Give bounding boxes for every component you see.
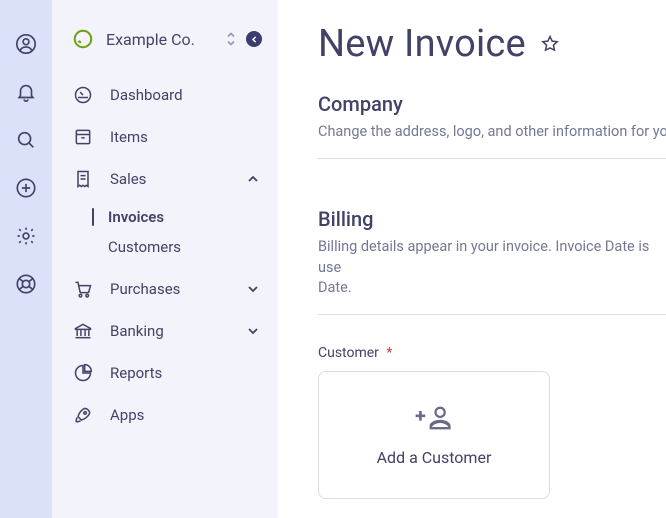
section-heading: Company <box>318 92 666 116</box>
add-customer-card[interactable]: Add a Customer <box>318 371 550 499</box>
sidebar-item-label: Reports <box>110 364 262 382</box>
sidebar-item-dashboard[interactable]: Dashboard <box>52 74 278 116</box>
chevron-up-icon <box>244 170 262 188</box>
active-indicator <box>92 208 94 226</box>
company-name: Example Co. <box>106 30 212 49</box>
pie-chart-icon <box>72 362 94 384</box>
section-heading: Billing <box>318 207 666 231</box>
required-indicator: * <box>386 345 392 361</box>
cart-icon <box>72 278 94 300</box>
rocket-icon <box>72 404 94 426</box>
sidebar-item-sales[interactable]: Sales <box>52 158 278 200</box>
account-icon[interactable] <box>12 30 40 58</box>
search-icon[interactable] <box>12 126 40 154</box>
archive-icon <box>72 126 94 148</box>
sidebar-item-label: Sales <box>110 170 228 188</box>
company-select-icon[interactable] <box>224 30 238 48</box>
sidebar-subitem-customers[interactable]: Customers <box>88 232 278 262</box>
receipt-icon <box>72 168 94 190</box>
collapse-sidebar-icon[interactable] <box>246 31 262 47</box>
active-indicator <box>92 238 94 256</box>
sidebar-item-reports[interactable]: Reports <box>52 352 278 394</box>
sidebar-item-label: Banking <box>110 322 228 340</box>
main-content: New Invoice Company Change the address, … <box>278 0 666 518</box>
favorite-star-icon[interactable] <box>540 34 560 54</box>
customer-field-label: Customer * <box>318 345 666 361</box>
sidebar-subitem-label: Customers <box>104 238 181 256</box>
chevron-down-icon <box>244 280 262 298</box>
billing-section: Billing Billing details appear in your i… <box>318 207 666 315</box>
page-title-row: New Invoice <box>318 22 666 66</box>
add-customer-label: Add a Customer <box>377 448 492 467</box>
person-add-icon <box>413 404 455 434</box>
company-logo-icon <box>72 28 94 50</box>
sidebar-item-items[interactable]: Items <box>52 116 278 158</box>
sidebar-item-banking[interactable]: Banking <box>52 310 278 352</box>
gear-icon[interactable] <box>12 222 40 250</box>
sidebar-item-label: Purchases <box>110 280 228 298</box>
page-title: New Invoice <box>318 22 526 66</box>
sidebar: Example Co. Dashboard <box>52 0 278 518</box>
company-switcher: Example Co. <box>52 28 278 60</box>
sidebar-subitem-invoices[interactable]: Invoices <box>88 202 278 232</box>
gauge-icon <box>72 84 94 106</box>
sidebar-nav: Dashboard Items Sales <box>52 74 278 436</box>
sidebar-item-label: Dashboard <box>110 86 262 104</box>
section-description: Billing details appear in your invoice. … <box>318 237 666 298</box>
sidebar-item-apps[interactable]: Apps <box>52 394 278 436</box>
icon-rail <box>0 0 52 518</box>
chevron-down-icon <box>244 322 262 340</box>
sidebar-subitem-label: Invoices <box>104 208 164 226</box>
field-label-text: Customer <box>318 345 379 361</box>
help-icon[interactable] <box>12 270 40 298</box>
plus-circle-icon[interactable] <box>12 174 40 202</box>
bank-icon <box>72 320 94 342</box>
company-section: Company Change the address, logo, and ot… <box>318 92 666 159</box>
sidebar-item-label: Apps <box>110 406 262 424</box>
section-description: Change the address, logo, and other info… <box>318 122 666 142</box>
sidebar-item-purchases[interactable]: Purchases <box>52 268 278 310</box>
bell-icon[interactable] <box>12 78 40 106</box>
sidebar-item-label: Items <box>110 128 262 146</box>
sidebar-submenu-sales: Invoices Customers <box>52 200 278 268</box>
